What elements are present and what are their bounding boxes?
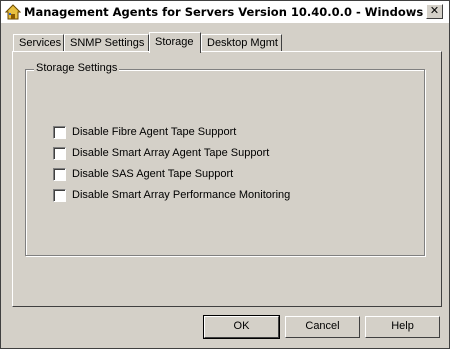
tab-desktop-mgmt[interactable]: Desktop Mgmt xyxy=(201,34,282,51)
option-fibre-tape[interactable]: Disable Fibre Agent Tape Support xyxy=(53,124,236,140)
house-icon xyxy=(5,4,21,20)
tab-services[interactable]: Services xyxy=(13,34,64,51)
option-label: Disable Smart Array Agent Tape Support xyxy=(72,147,270,159)
tab-storage[interactable]: Storage xyxy=(149,32,201,53)
option-label: Disable Fibre Agent Tape Support xyxy=(72,126,237,138)
cancel-button[interactable]: Cancel xyxy=(285,316,360,338)
group-label: Storage Settings xyxy=(34,62,120,74)
storage-tab-panel: Storage Settings Disable Fibre Agent Tap… xyxy=(12,51,442,307)
close-button[interactable]: ✕ xyxy=(426,4,443,19)
checkbox[interactable] xyxy=(53,125,66,139)
checkbox[interactable] xyxy=(53,167,66,181)
tab-snmp-settings[interactable]: SNMP Settings xyxy=(64,34,149,51)
option-label: Disable SAS Agent Tape Support xyxy=(72,168,234,180)
help-button[interactable]: Help xyxy=(365,316,440,338)
option-label: Disable Smart Array Performance Monitori… xyxy=(72,189,291,201)
window-title: Management Agents for Servers Version 10… xyxy=(24,5,424,19)
dialog-window: Management Agents for Servers Version 10… xyxy=(0,0,450,349)
checkbox[interactable] xyxy=(53,188,66,202)
option-smart-array-tape[interactable]: Disable Smart Array Agent Tape Support xyxy=(53,145,269,161)
close-icon: ✕ xyxy=(429,4,440,17)
option-smart-array-perf[interactable]: Disable Smart Array Performance Monitori… xyxy=(53,187,290,203)
checkbox[interactable] xyxy=(53,146,66,160)
ok-button[interactable]: OK xyxy=(203,315,280,339)
option-sas-tape[interactable]: Disable SAS Agent Tape Support xyxy=(53,166,233,182)
storage-settings-group: Storage Settings xyxy=(25,62,425,256)
title-bar[interactable]: Management Agents for Servers Version 10… xyxy=(1,1,449,23)
